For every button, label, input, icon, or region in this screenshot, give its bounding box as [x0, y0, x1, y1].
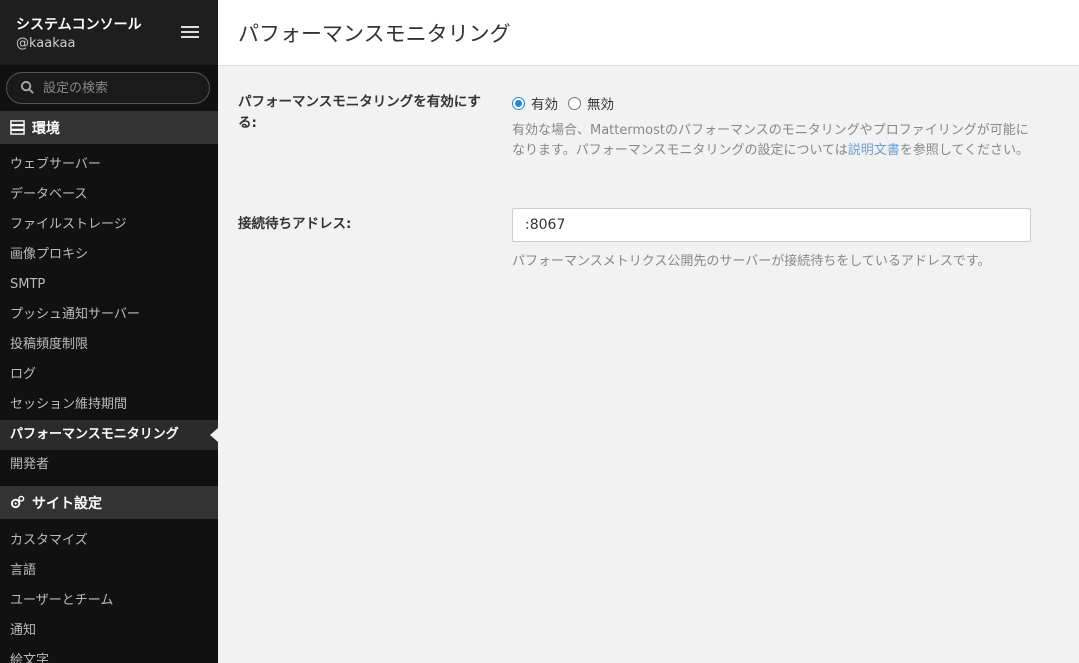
sidebar-item-customization[interactable]: カスタマイズ [0, 526, 218, 556]
sidebar: システムコンソール @kaakaa 環境 ウェブサーバー データベース ファイル… [0, 0, 218, 663]
sidebar-item-localization[interactable]: 言語 [0, 556, 218, 586]
server-icon [10, 120, 25, 135]
sidebar-item-database[interactable]: データベース [0, 180, 218, 210]
sidebar-header: システムコンソール @kaakaa [0, 0, 218, 65]
sidebar-item-push-notification-server[interactable]: プッシュ通知サーバー [0, 300, 218, 330]
sidebar-item-session-lengths[interactable]: セッション維持期間 [0, 390, 218, 420]
section-site-configuration: サイト設定 [0, 486, 218, 519]
radio-enabled-label[interactable]: 有効 [531, 93, 558, 113]
documentation-link[interactable]: 説明文書 [848, 143, 900, 158]
hamburger-menu-icon[interactable] [181, 26, 199, 39]
radio-disabled-label[interactable]: 無効 [587, 93, 614, 113]
listen-address-input[interactable] [512, 208, 1031, 242]
gears-icon [10, 495, 25, 509]
sidebar-item-smtp[interactable]: SMTP [0, 270, 218, 300]
enable-monitoring-radio-group: 有効 無効 [512, 93, 624, 113]
search-icon [20, 80, 34, 94]
sidebar-item-rate-limiting[interactable]: 投稿頻度制限 [0, 330, 218, 360]
sidebar-item-notifications[interactable]: 通知 [0, 616, 218, 646]
enable-monitoring-label: パフォーマンスモニタリングを有効にする: [238, 94, 481, 131]
main-content: パフォーマンスモニタリング パフォーマンスモニタリングを有効にする: 有効 無効… [218, 0, 1079, 663]
section-environment: 環境 [0, 111, 218, 144]
active-indicator [210, 428, 218, 442]
sidebar-item-web-server[interactable]: ウェブサーバー [0, 150, 218, 180]
settings-search [6, 72, 210, 104]
sidebar-item-performance-monitoring[interactable]: パフォーマンスモニタリング [0, 420, 218, 450]
sidebar-item-logging[interactable]: ログ [0, 360, 218, 390]
console-title: システムコンソール [16, 17, 142, 33]
listen-address-label: 接続待ちアドレス: [238, 216, 352, 232]
enable-monitoring-help: 有効な場合、Mattermostのパフォーマンスのモニタリングやプロファイリング… [512, 121, 1032, 161]
sidebar-item-image-proxy[interactable]: 画像プロキシ [0, 240, 218, 270]
sidebar-item-developer[interactable]: 開発者 [0, 450, 218, 480]
listen-address-help: パフォーマンスメトリクス公開先のサーバーが接続待ちをしているアドレスです。 [512, 254, 991, 269]
radio-enabled[interactable] [512, 96, 525, 110]
page-header: パフォーマンスモニタリング [218, 0, 1079, 66]
sidebar-item-file-storage[interactable]: ファイルストレージ [0, 210, 218, 240]
help-text-suffix: を参照してください。 [899, 143, 1030, 158]
sidebar-item-users-and-teams[interactable]: ユーザーとチーム [0, 586, 218, 616]
search-input[interactable] [43, 77, 203, 99]
page-title: パフォーマンスモニタリング [238, 22, 511, 46]
sidebar-item-emoji[interactable]: 絵文字 [0, 646, 218, 663]
section-label: 環境 [32, 121, 60, 137]
username: @kaakaa [16, 36, 76, 51]
section-label: サイト設定 [32, 496, 102, 512]
radio-disabled[interactable] [568, 96, 581, 110]
sidebar-item-label: パフォーマンスモニタリング [10, 427, 179, 442]
